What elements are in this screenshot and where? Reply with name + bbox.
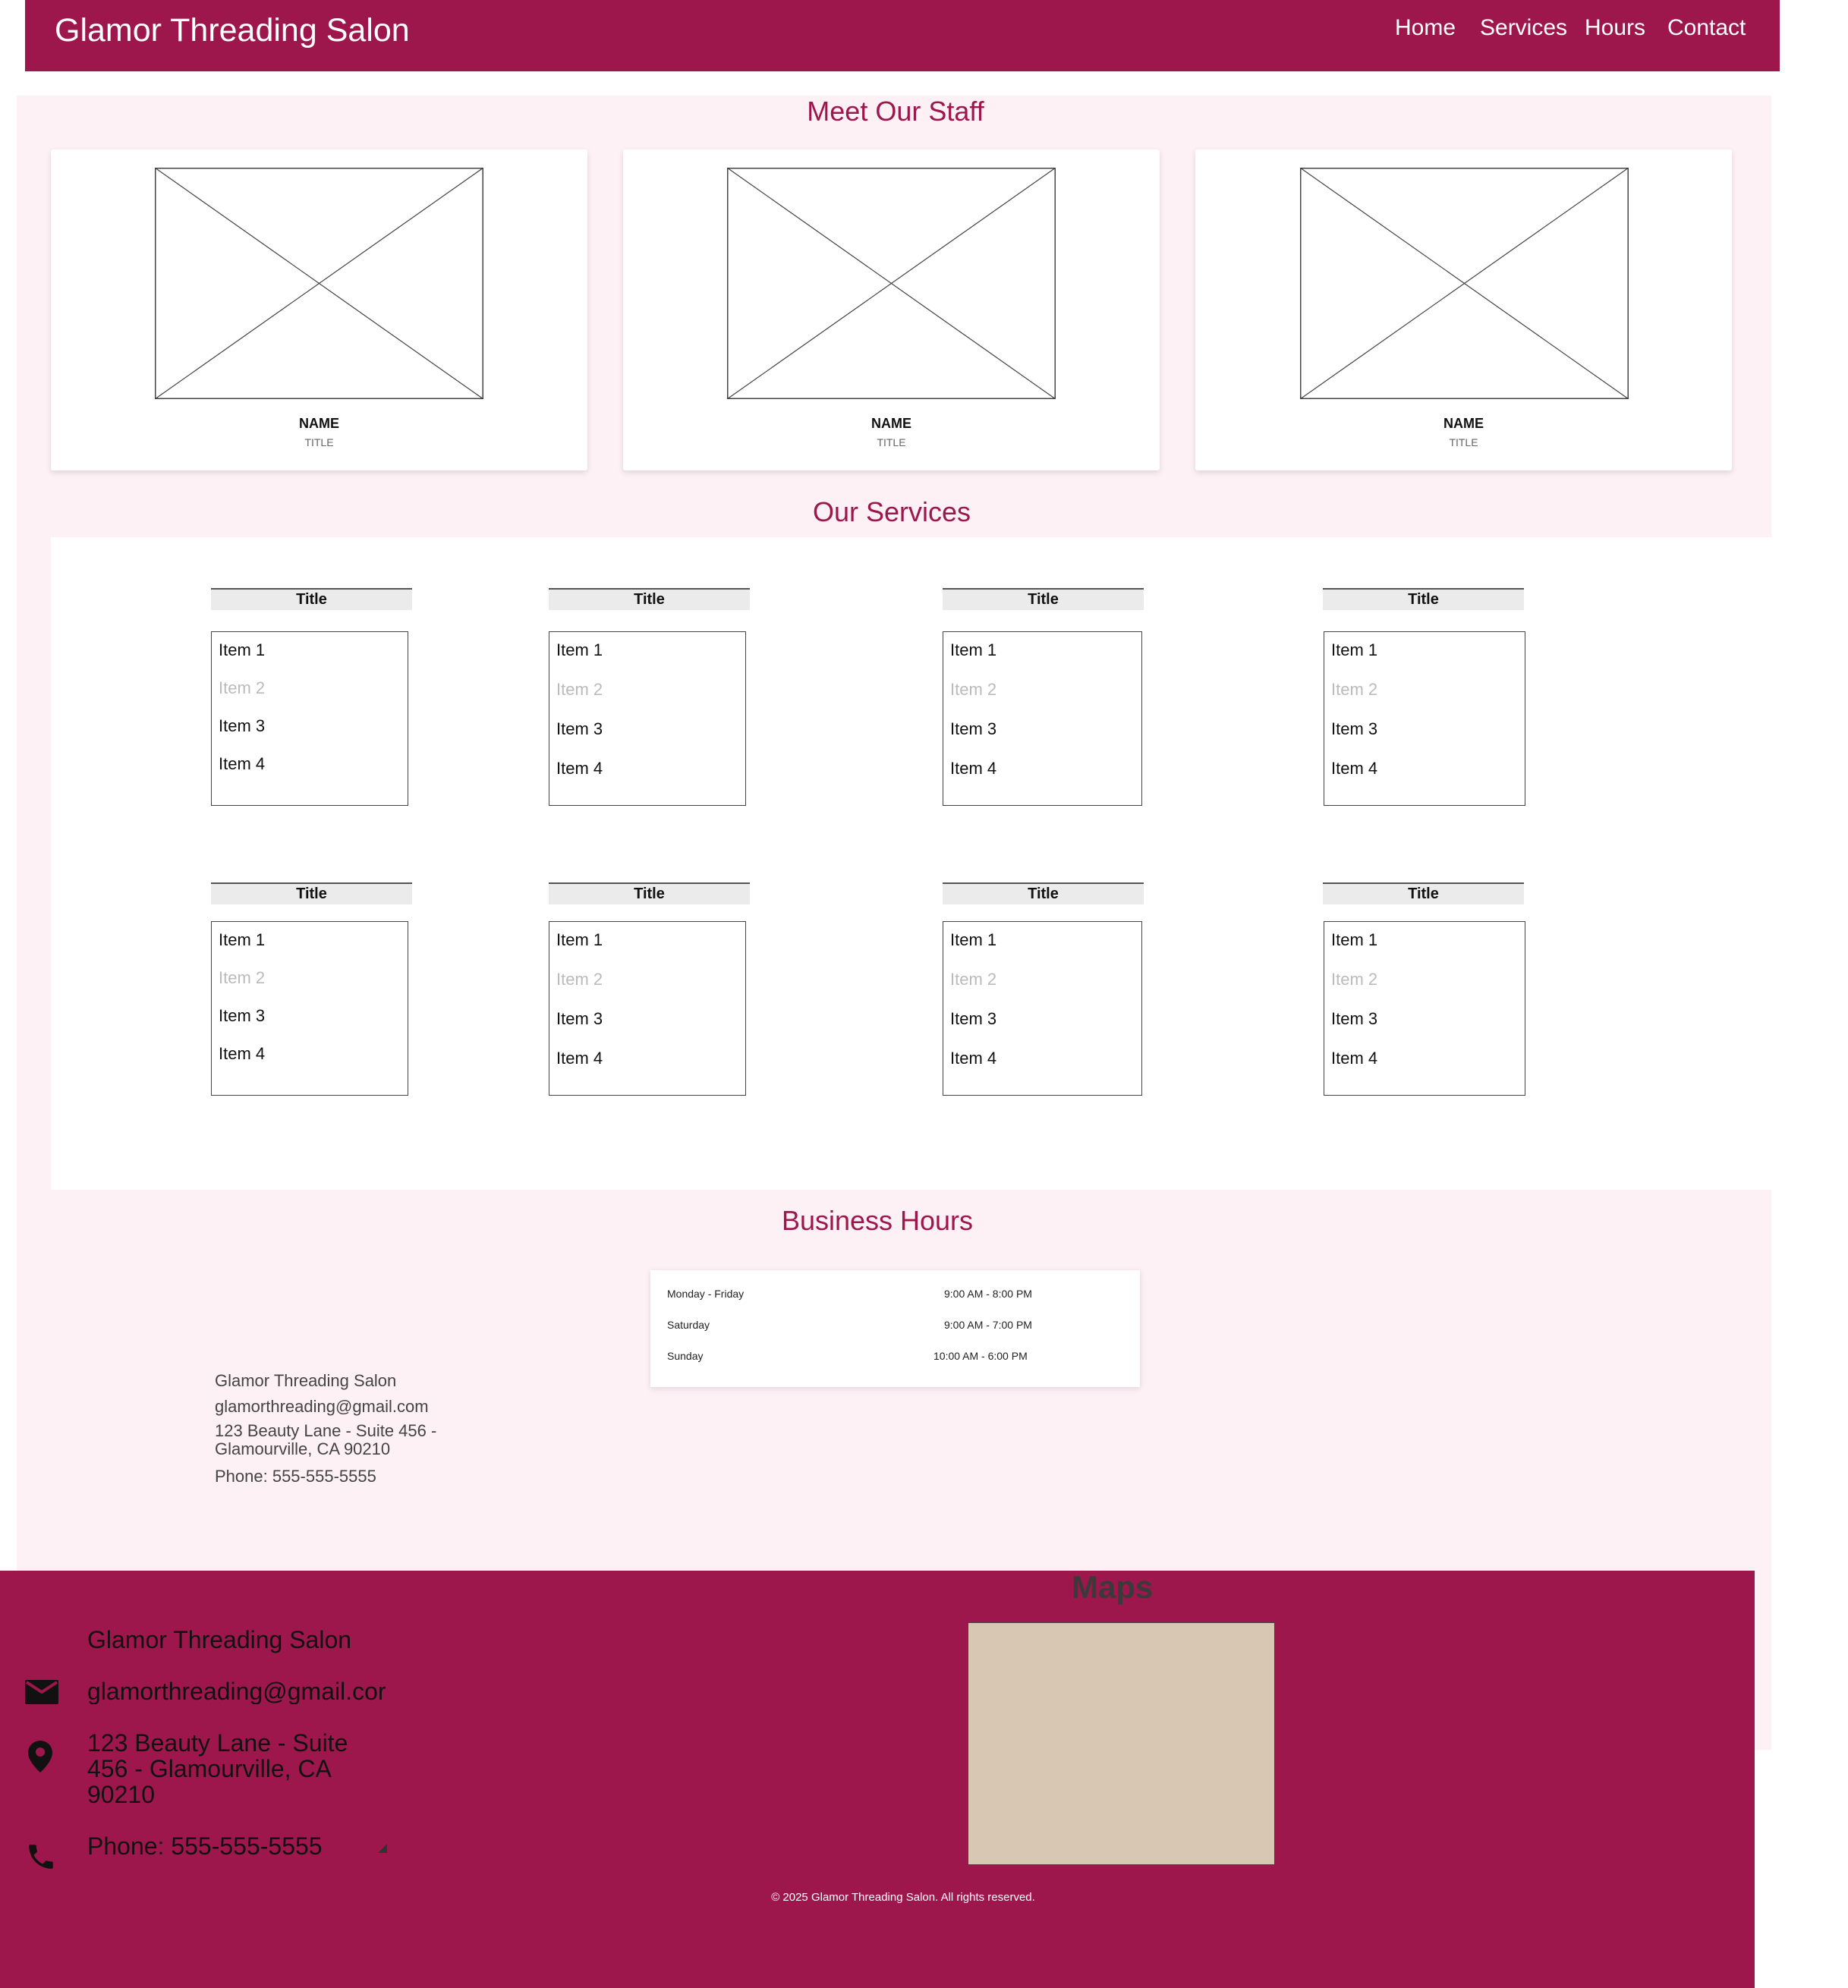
contact-address-line: 123 Beauty Lane - Suite 456 -	[215, 1421, 437, 1440]
site-title[interactable]: Glamor Threading Salon	[55, 6, 410, 55]
hours-time: 10:00 AM - 6:00 PM	[933, 1350, 1028, 1362]
footer-address-line: 90210	[87, 1781, 155, 1808]
contact-name: Glamor Threading Salon	[215, 1371, 397, 1390]
footer-phone: Phone: 555-555-5555	[87, 1832, 323, 1860]
service-card-title: Title	[943, 588, 1144, 610]
service-item[interactable]: Item 4	[556, 1047, 603, 1070]
staff-name: NAME	[299, 416, 339, 431]
footer-email[interactable]: glamorthreading@gmail.cor	[87, 1678, 391, 1704]
service-item[interactable]: Item 3	[950, 718, 996, 741]
service-item[interactable]: Item 4	[950, 1047, 996, 1070]
nav-services[interactable]: Services	[1480, 9, 1567, 47]
phone-icon	[29, 1845, 53, 1869]
service-card-title: Title	[211, 588, 412, 610]
nav-contact[interactable]: Contact	[1667, 9, 1746, 47]
hours-day: Monday - Friday	[667, 1288, 745, 1300]
service-item[interactable]: Item 4	[1331, 757, 1377, 780]
service-item[interactable]: Item 2	[950, 678, 996, 701]
maps-heading: Maps	[1072, 1569, 1154, 1605]
contact-phone: Phone: 555-555-5555	[215, 1467, 376, 1486]
staff-title: TITLE	[304, 436, 334, 448]
service-card-title: Title	[549, 882, 750, 904]
service-list: Item 1 Item 2 Item 3 Item 4	[549, 921, 746, 1096]
service-card-title: Title	[549, 588, 750, 610]
nav-hours[interactable]: Hours	[1585, 9, 1645, 47]
service-item[interactable]: Item 3	[219, 1005, 265, 1027]
footer-address-line: 456 - Glamourville, CA	[87, 1755, 332, 1782]
service-item[interactable]: Item 1	[1331, 929, 1377, 952]
staff-card: NAME TITLE	[51, 149, 587, 470]
hours-time: 9:00 AM - 7:00 PM	[944, 1319, 1032, 1331]
service-item[interactable]: Item 2	[1331, 968, 1377, 991]
service-item[interactable]: Item 3	[556, 1008, 603, 1030]
staff-title: TITLE	[1449, 436, 1478, 448]
services-heading: Our Services	[812, 496, 971, 527]
map-placeholder[interactable]	[968, 1622, 1275, 1865]
resize-handle-icon[interactable]	[378, 1844, 387, 1853]
service-list: Item 1 Item 2 Item 3 Item 4	[1324, 921, 1525, 1096]
service-item[interactable]: Item 2	[219, 967, 265, 989]
hours-day: Saturday	[667, 1319, 710, 1331]
service-item[interactable]: Item 3	[1331, 1008, 1377, 1030]
staff-name: NAME	[1443, 416, 1484, 431]
service-item[interactable]: Item 1	[219, 639, 265, 662]
service-card-title: Title	[1323, 882, 1524, 904]
staff-card: NAME TITLE	[623, 149, 1160, 470]
service-item[interactable]: Item 1	[556, 639, 603, 662]
service-item[interactable]: Item 4	[950, 757, 996, 780]
service-list: Item 1 Item 2 Item 3 Item 4	[549, 631, 746, 806]
nav-home[interactable]: Home	[1395, 9, 1456, 47]
service-item[interactable]: Item 2	[556, 968, 603, 991]
location-pin-icon	[28, 1741, 52, 1773]
image-placeholder-icon	[727, 168, 1056, 399]
service-item[interactable]: Item 4	[556, 757, 603, 780]
service-item[interactable]: Item 1	[556, 929, 603, 952]
service-list: Item 1 Item 2 Item 3 Item 4	[1324, 631, 1525, 806]
staff-name: NAME	[871, 416, 911, 431]
service-item[interactable]: Item 1	[950, 639, 996, 662]
service-item[interactable]: Item 3	[1331, 718, 1377, 741]
service-item[interactable]: Item 1	[950, 929, 996, 952]
service-card-title: Title	[1323, 588, 1524, 610]
hours-day: Sunday	[667, 1350, 704, 1362]
service-item[interactable]: Item 1	[219, 929, 265, 952]
service-card-title: Title	[943, 882, 1144, 904]
service-list: Item 1 Item 2 Item 3 Item 4	[943, 631, 1142, 806]
service-item[interactable]: Item 4	[219, 1043, 265, 1065]
footer-name: Glamor Threading Salon	[87, 1626, 352, 1653]
service-item[interactable]: Item 1	[1331, 639, 1377, 662]
staff-title: TITLE	[877, 436, 906, 448]
hours-time: 9:00 AM - 8:00 PM	[944, 1288, 1032, 1300]
service-item[interactable]: Item 2	[219, 677, 265, 700]
copyright: © 2025 Glamor Threading Salon. All right…	[771, 1891, 1035, 1904]
service-item[interactable]: Item 2	[1331, 678, 1377, 701]
footer-address-line: 123 Beauty Lane - Suite	[87, 1729, 348, 1757]
staff-card: NAME TITLE	[1195, 149, 1732, 470]
mail-icon	[25, 1680, 58, 1704]
footer-address: 123 Beauty Lane - Suite 456 - Glamourvil…	[87, 1730, 348, 1807]
image-placeholder-icon	[1300, 168, 1629, 399]
service-list: Item 1 Item 2 Item 3 Item 4	[943, 921, 1142, 1096]
service-item[interactable]: Item 3	[950, 1008, 996, 1030]
service-card-title: Title	[211, 882, 412, 904]
contact-email[interactable]: glamorthreading@gmail.com	[215, 1396, 429, 1417]
staff-heading: Meet Our Staff	[807, 96, 984, 127]
service-list: Item 1 Item 2 Item 3 Item 4	[211, 631, 408, 806]
service-item[interactable]: Item 2	[950, 968, 996, 991]
contact-address: 123 Beauty Lane - Suite 456 - Glamourvil…	[215, 1422, 436, 1458]
service-item[interactable]: Item 3	[219, 715, 265, 738]
service-item[interactable]: Item 4	[219, 753, 265, 775]
service-item[interactable]: Item 3	[556, 718, 603, 741]
hours-table: Monday - Friday 9:00 AM - 8:00 PM Saturd…	[650, 1270, 1140, 1387]
service-item[interactable]: Item 2	[556, 678, 603, 701]
service-item[interactable]: Item 4	[1331, 1047, 1377, 1070]
image-placeholder-icon	[155, 168, 483, 399]
hours-heading: Business Hours	[781, 1205, 974, 1236]
service-list: Item 1 Item 2 Item 3 Item 4	[211, 921, 408, 1096]
contact-address-line: Glamourville, CA 90210	[215, 1439, 391, 1458]
